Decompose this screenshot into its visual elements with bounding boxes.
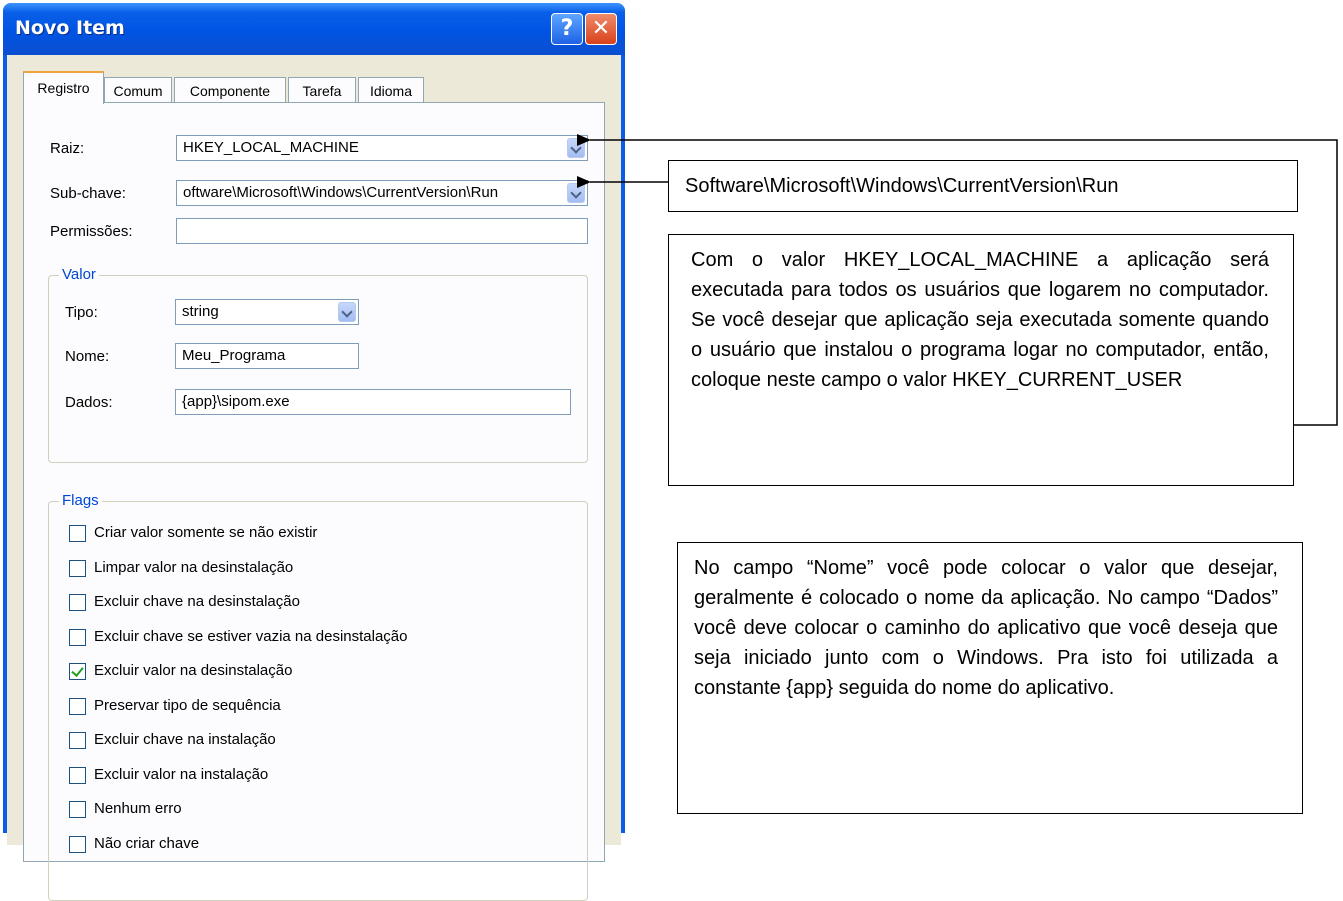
nome-dados-callout: No campo “Nome” você pode colocar o valo… [677, 542, 1303, 814]
checkbox[interactable] [69, 836, 86, 853]
raiz-callout: Com o valor HKEY_LOCAL_MACHINE a aplicaç… [668, 234, 1294, 486]
flag-label: Não criar chave [94, 835, 200, 852]
tab-registro[interactable]: Registro [23, 71, 104, 104]
subchave-callout: Software\Microsoft\Windows\CurrentVersio… [668, 160, 1298, 212]
